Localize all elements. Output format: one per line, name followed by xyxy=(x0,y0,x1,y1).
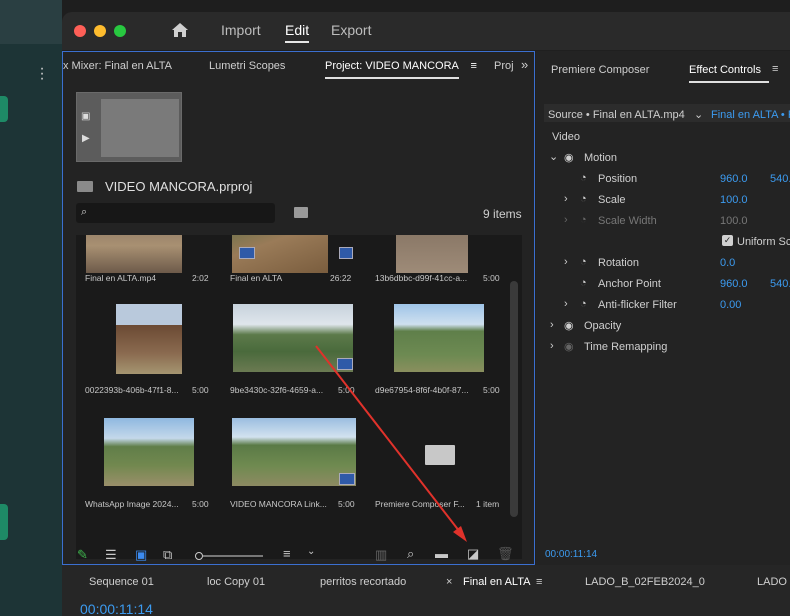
uniform-scale-checkbox[interactable]: ✓ xyxy=(722,235,733,246)
menu-edit[interactable]: Edit xyxy=(285,22,310,43)
close-window-button[interactable] xyxy=(74,25,86,37)
scale-width-label: Scale Width xyxy=(598,215,657,227)
stopwatch-icon: ◔ xyxy=(580,214,587,226)
expand-icon[interactable]: › xyxy=(564,298,568,310)
scale-label: Scale xyxy=(598,194,626,206)
menu-import[interactable]: Import xyxy=(221,22,261,38)
stopwatch-icon[interactable]: ◔ xyxy=(580,193,587,205)
eye-icon[interactable]: ◉ xyxy=(564,319,574,332)
scale-width-value: 100.0 xyxy=(720,215,748,227)
expand-icon[interactable]: › xyxy=(564,193,568,205)
tab-effect-controls[interactable]: Effect Controls xyxy=(689,64,761,76)
effect-controls-panel: Premiere Composer Effect Controls ≡ Sour… xyxy=(536,51,790,565)
time-remap-label: Time Remapping xyxy=(584,341,668,353)
timecode[interactable]: 00:00:11:14 xyxy=(545,549,597,560)
opacity-label: Opacity xyxy=(584,320,622,332)
more-icon[interactable]: · · · xyxy=(38,61,46,87)
section-video: Video xyxy=(552,131,580,143)
rotation-value[interactable]: 0.0 xyxy=(720,257,735,269)
background-badge xyxy=(0,96,8,122)
stopwatch-icon[interactable]: ◔ xyxy=(580,256,587,268)
scale-value[interactable]: 100.0 xyxy=(720,194,748,206)
motion-label: Motion xyxy=(584,152,618,164)
position-label: Position xyxy=(598,173,638,185)
stopwatch-icon[interactable]: ◔ xyxy=(580,298,587,310)
background-app-header xyxy=(0,0,62,44)
menu-icon[interactable]: ≡ xyxy=(772,63,778,75)
tab-sequence[interactable]: loc Copy 01 xyxy=(207,576,265,588)
expand-icon[interactable]: › xyxy=(564,214,568,226)
position-y[interactable]: 540. xyxy=(770,173,790,185)
background-app: · · · xyxy=(0,0,62,616)
timeline-tabs-bar: Sequence 01 loc Copy 01 perritos recorta… xyxy=(62,565,790,616)
tab-sequence[interactable]: LADO_B_02FEB2024_0 xyxy=(585,576,705,588)
timeline-timecode[interactable]: 00:00:11:14 xyxy=(80,601,153,616)
menu-icon[interactable]: ≡ xyxy=(536,576,542,588)
sequence-label[interactable]: Final en ALTA • F xyxy=(711,109,790,121)
eye-icon[interactable]: ◉ xyxy=(564,151,574,164)
tab-premiere-composer[interactable]: Premiere Composer xyxy=(551,64,649,76)
active-tab-indicator xyxy=(689,81,769,83)
tab-sequence-active[interactable]: Final en ALTA xyxy=(463,576,530,588)
annotation-arrow xyxy=(315,345,467,542)
antiflicker-label: Anti-flicker Filter xyxy=(598,299,677,311)
expand-icon[interactable]: › xyxy=(564,256,568,268)
tab-sequence[interactable]: LADO xyxy=(757,576,787,588)
expand-icon[interactable]: › xyxy=(550,340,554,352)
rotation-label: Rotation xyxy=(598,257,639,269)
antiflicker-value[interactable]: 0.00 xyxy=(720,299,741,311)
tab-sequence[interactable]: Sequence 01 xyxy=(89,576,154,588)
anchor-label: Anchor Point xyxy=(598,278,661,290)
expand-icon[interactable]: › xyxy=(550,319,554,331)
menu-export[interactable]: Export xyxy=(331,22,371,38)
home-icon[interactable] xyxy=(171,22,189,38)
uniform-scale-label: Uniform Sc xyxy=(737,236,790,248)
chevron-down-icon[interactable]: ⌄ xyxy=(694,108,703,121)
zoom-window-button[interactable] xyxy=(114,25,126,37)
eye-icon[interactable]: ◉ xyxy=(564,340,574,353)
expand-icon[interactable]: ⌄ xyxy=(549,150,558,163)
project-panel: x Mixer: Final en ALTA Lumetri Scopes Pr… xyxy=(62,51,535,565)
anchor-y[interactable]: 540. xyxy=(770,278,790,290)
background-badge xyxy=(0,504,8,540)
position-x[interactable]: 960.0 xyxy=(720,173,748,185)
stopwatch-icon[interactable]: ◔ xyxy=(580,277,587,289)
source-label[interactable]: Source • Final en ALTA.mp4 xyxy=(548,109,685,121)
title-bar: Import Edit Export xyxy=(62,12,790,50)
tab-sequence[interactable]: perritos recortado xyxy=(320,576,406,588)
close-icon[interactable]: × xyxy=(446,576,452,588)
anchor-x[interactable]: 960.0 xyxy=(720,278,748,290)
stopwatch-icon[interactable]: ◔ xyxy=(580,172,587,184)
premiere-window: Import Edit Export x Mixer: Final en ALT… xyxy=(62,12,790,616)
minimize-window-button[interactable] xyxy=(94,25,106,37)
